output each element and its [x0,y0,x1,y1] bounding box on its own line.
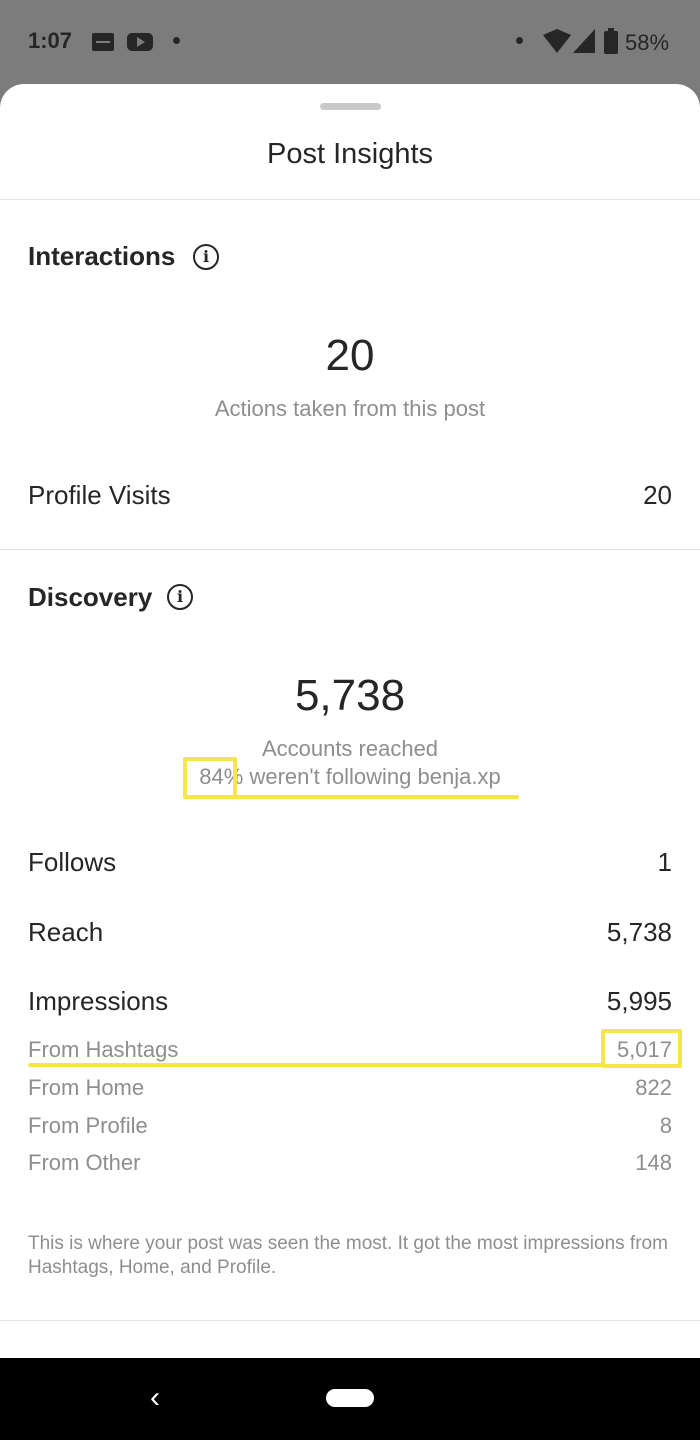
interactions-total: 20 [325,331,375,380]
info-icon[interactable]: i [193,244,219,270]
follower-percentage-line: 84% weren't following benja.xp [0,764,700,790]
from-home-value: 822 [635,1075,672,1100]
highlight-underline [185,795,519,799]
status-bar: 1:07 58% [0,0,700,84]
notification-dot-icon [516,37,523,44]
impressions-value: 5,995 [606,986,672,1016]
wifi-icon [543,29,571,53]
youtube-icon [127,33,153,51]
sonos-icon [92,33,114,51]
sheet-title: Post Insights [266,138,434,170]
profile-visits-label: Profile Visits [28,480,171,510]
discovery-heading: Discovery [28,582,153,612]
follows-label: Follows [28,847,117,877]
interactions-heading: Interactions [28,241,176,271]
from-profile-label: From Profile [28,1113,148,1138]
accounts-reached-caption: Accounts reached [261,736,439,761]
profile-visits-value: 20 [643,480,672,510]
notification-dot-icon [173,37,180,44]
sheet-drag-handle[interactable] [320,103,381,110]
from-hashtags-label: From Hashtags [28,1037,179,1062]
signal-icon [573,29,595,53]
highlight-underline [28,1063,605,1067]
battery-icon [604,28,618,54]
from-other-value: 148 [635,1150,672,1175]
navigation-bar: ‹ [0,1358,700,1440]
battery-percentage: 58% [625,30,670,55]
impressions-note: This is where your post was seen the mos… [28,1233,668,1278]
follows-value: 1 [657,847,672,877]
highlight-box [183,757,237,799]
interactions-caption: Actions taken from this post [214,396,486,421]
from-home-label: From Home [28,1075,145,1100]
highlight-box [601,1029,682,1068]
non-follower-caption: weren't following benja.xp [249,764,501,789]
info-icon[interactable]: i [167,584,193,610]
accounts-reached-total: 5,738 [294,671,406,720]
from-other-label: From Other [28,1150,141,1175]
from-profile-value: 8 [659,1113,672,1138]
home-pill-icon[interactable] [326,1389,374,1407]
reach-label: Reach [28,917,104,947]
post-insights-sheet: Post Insights Interactions i 20 Actions … [0,84,700,1358]
divider [0,549,700,550]
back-icon[interactable]: ‹ [140,1380,170,1416]
divider [0,199,700,200]
status-time: 1:07 [28,28,73,53]
impressions-label: Impressions [28,986,169,1016]
divider [0,1320,700,1321]
reach-value: 5,738 [606,917,672,947]
